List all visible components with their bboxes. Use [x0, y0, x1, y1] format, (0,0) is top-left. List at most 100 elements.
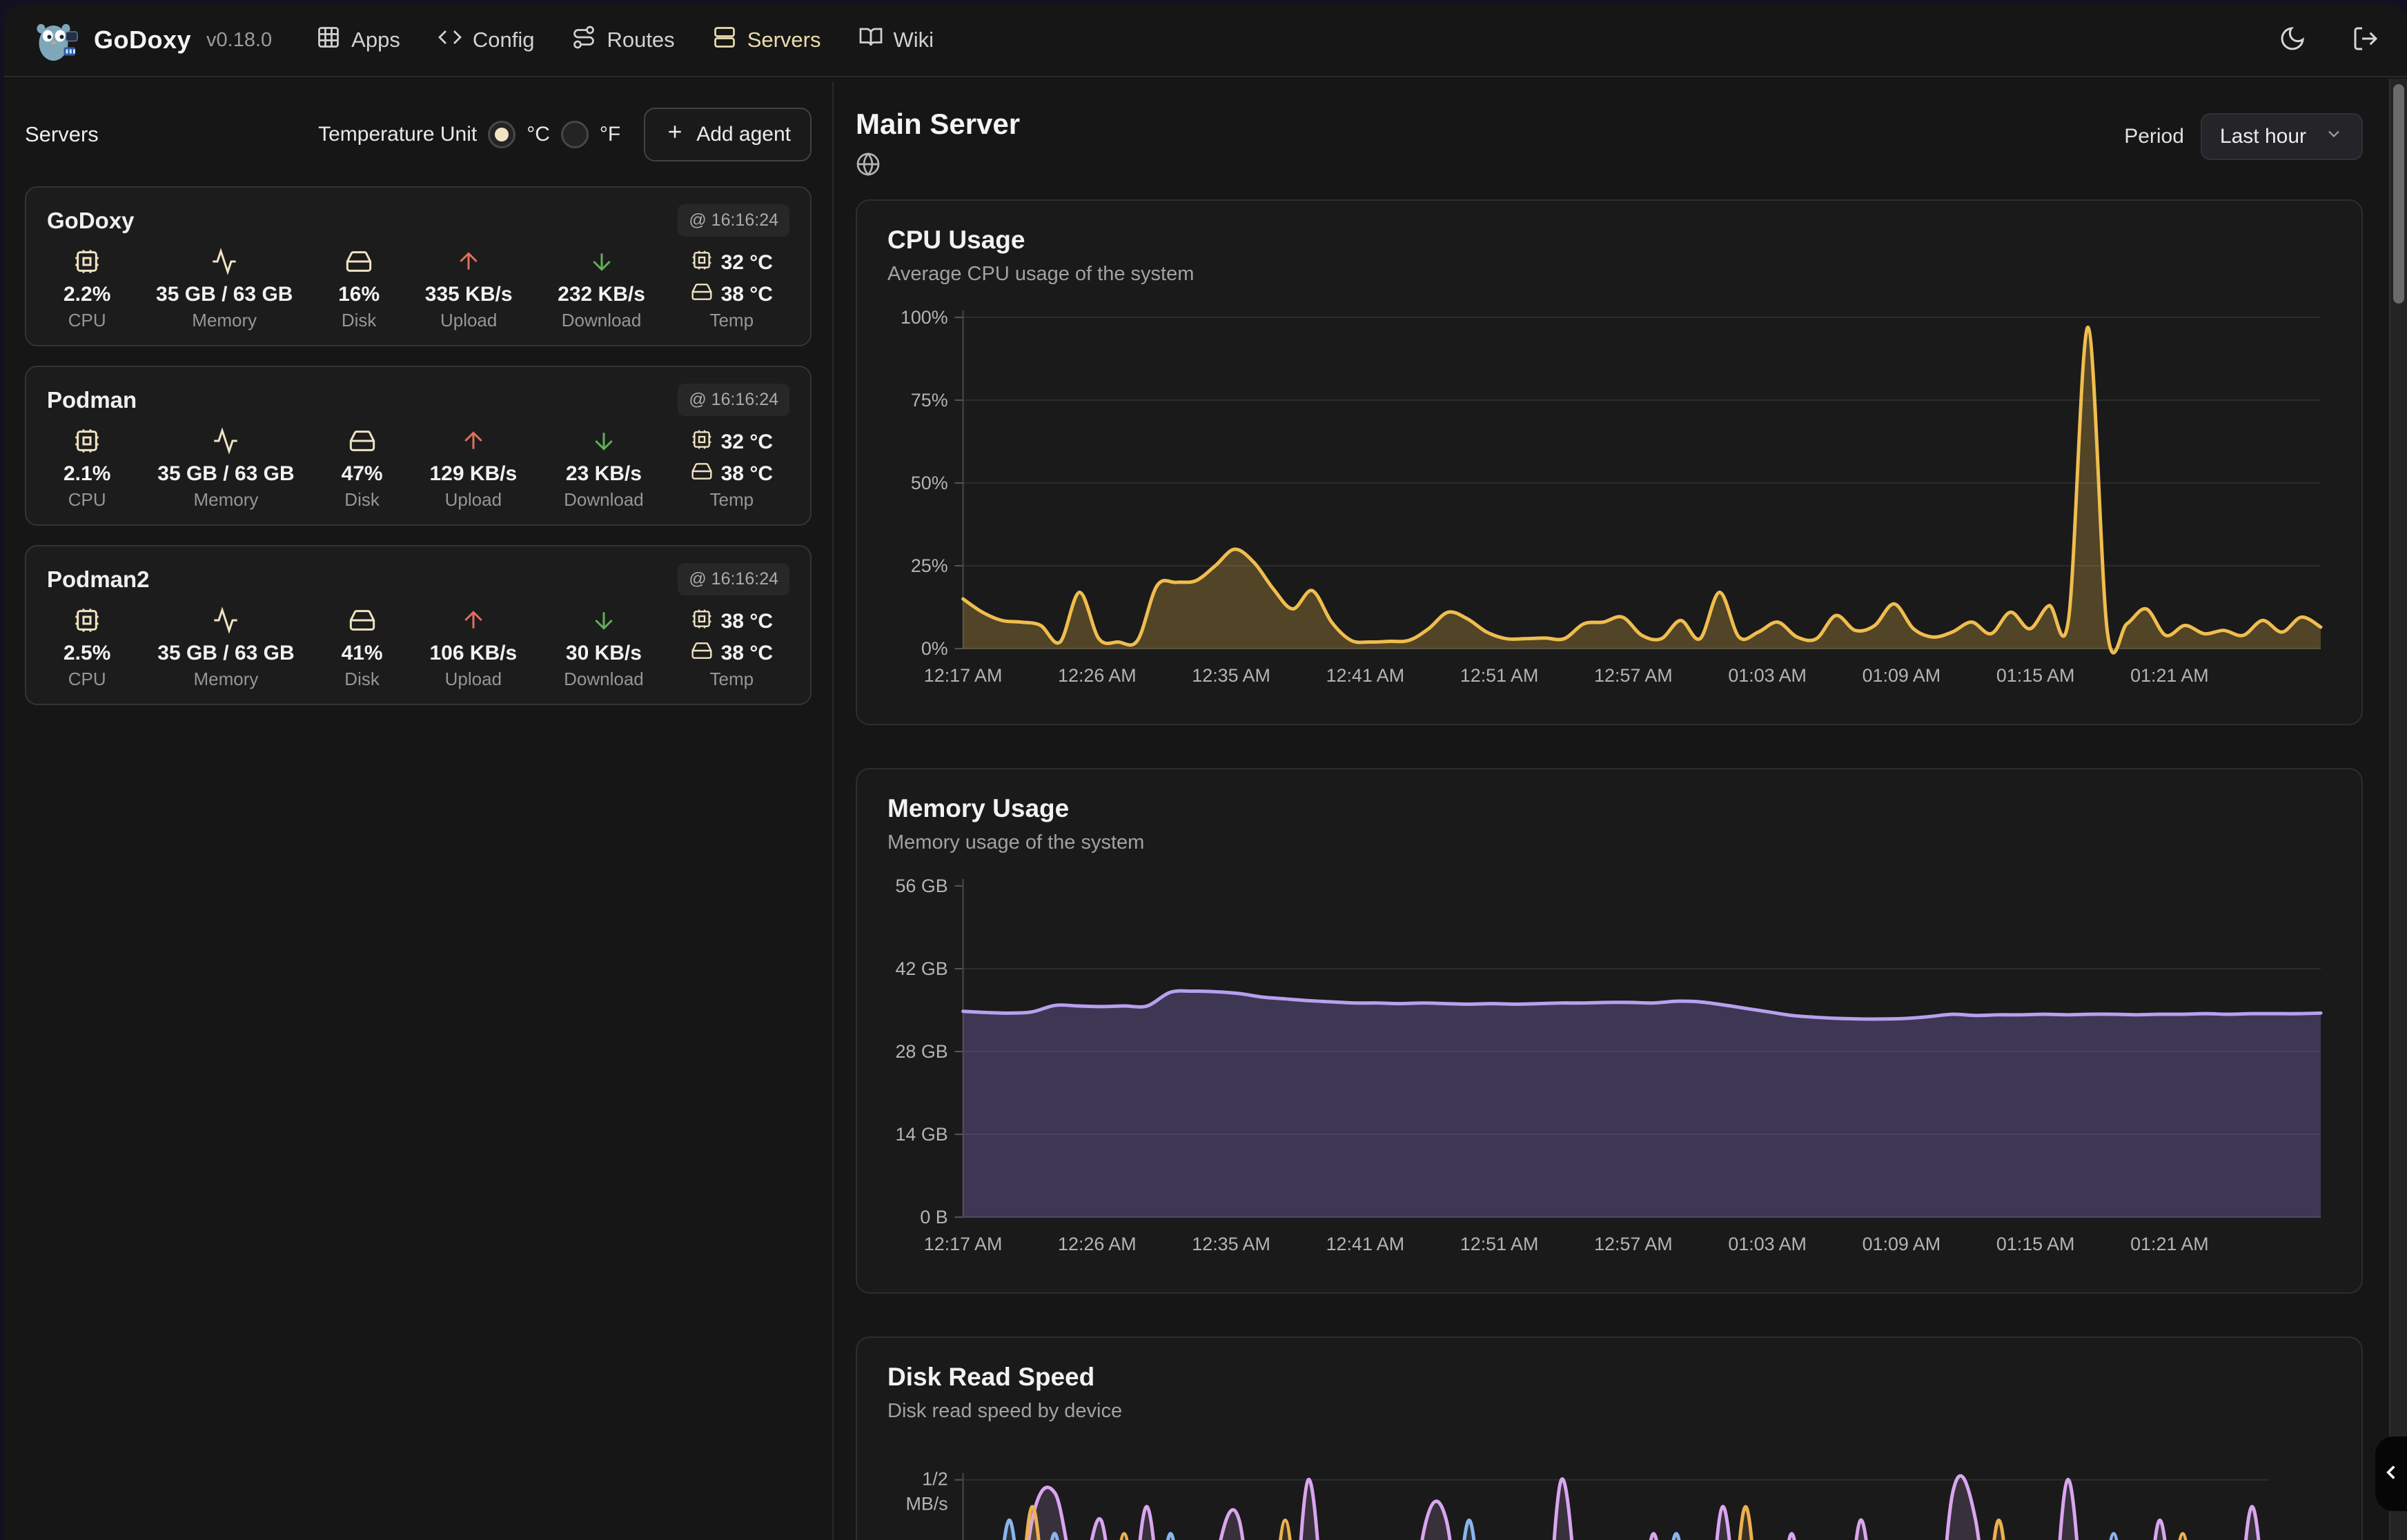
nav-item-apps[interactable]: Apps [316, 25, 400, 55]
server-card-podman[interactable]: Podman @ 16:16:24 2.1% CPU 35 GB / 63 GB [25, 366, 812, 526]
arrow-up-icon [455, 248, 482, 279]
memory-label: Memory [194, 669, 259, 690]
nav-label: Config [473, 28, 535, 52]
temp-label: Temp [710, 669, 754, 690]
upload-label: Upload [445, 669, 502, 690]
svg-text:01:21 AM: 01:21 AM [2130, 1234, 2209, 1254]
logout-icon[interactable] [2352, 25, 2379, 56]
nav-label: Apps [351, 28, 400, 52]
stat-memory: 35 GB / 63 GB Memory [157, 426, 294, 511]
cpu-label: CPU [68, 489, 106, 511]
memory-value: 35 GB / 63 GB [157, 642, 294, 665]
activity-icon [212, 606, 239, 638]
nav-item-servers[interactable]: Servers [712, 25, 821, 55]
stat-download: 23 KB/s Download [564, 426, 644, 511]
stat-cpu: 2.1% CPU [63, 426, 110, 511]
stat-cpu: 2.5% CPU [63, 605, 110, 690]
nav-label: Routes [607, 28, 674, 52]
cpu-chip-icon [691, 608, 713, 635]
sidebar-header: Servers Temperature Unit °C °F Add agent [25, 108, 812, 161]
hard-drive-icon [348, 606, 376, 638]
download-value: 23 KB/s [566, 462, 642, 486]
disk-label: Disk [342, 310, 377, 331]
brand-name: GoDoxy [94, 26, 191, 55]
stat-temp: 32 °C 38 °C Temp [691, 246, 773, 331]
download-value: 30 KB/s [566, 642, 642, 665]
temperature-unit-label: Temperature Unit [318, 123, 477, 146]
arrow-up-icon [460, 427, 487, 458]
svg-text:12:51 AM: 12:51 AM [1460, 665, 1539, 686]
memory-usage-chart: 0 B14 GB28 GB42 GB56 GB12:17 AM12:26 AM1… [887, 873, 2331, 1276]
memory-value: 35 GB / 63 GB [156, 283, 293, 306]
app-window: GoDoxy v0.18.0 Apps Config Routes Server… [4, 4, 2407, 1540]
celsius-radio[interactable] [488, 121, 515, 148]
disk-value: 41% [342, 642, 383, 665]
theme-toggle-moon-icon[interactable] [2279, 25, 2306, 56]
server-card-podman2[interactable]: Podman2 @ 16:16:24 2.5% CPU 35 GB / 63 G… [25, 545, 812, 705]
svg-text:0%: 0% [921, 638, 948, 659]
chart-title: Memory Usage [887, 794, 2331, 823]
temp-disk-value: 38 °C [721, 462, 773, 486]
last-update-badge: @ 16:16:24 [678, 204, 789, 237]
arrow-down-icon [590, 606, 618, 638]
svg-text:0 B: 0 B [920, 1207, 947, 1227]
disk-value: 16% [338, 283, 380, 306]
svg-text:75%: 75% [911, 390, 948, 411]
download-label: Download [564, 489, 644, 511]
svg-text:12:26 AM: 12:26 AM [1058, 1234, 1137, 1254]
svg-text:56 GB: 56 GB [895, 876, 947, 896]
temp-disk-value: 38 °C [721, 283, 773, 306]
code-brackets-icon [438, 25, 462, 55]
svg-text:100%: 100% [901, 307, 948, 328]
period-select[interactable]: Last hour [2201, 113, 2363, 160]
vertical-scrollbar[interactable] [2389, 79, 2407, 1540]
plus-icon [665, 121, 685, 148]
svg-text:12:41 AM: 12:41 AM [1326, 1234, 1405, 1254]
stat-memory: 35 GB / 63 GB Memory [156, 246, 293, 331]
stat-download: 232 KB/s Download [558, 246, 645, 331]
upload-label: Upload [440, 310, 497, 331]
svg-text:12:17 AM: 12:17 AM [924, 665, 1003, 686]
hard-drive-icon [691, 460, 713, 488]
drawer-collapse-tab[interactable] [2375, 1437, 2407, 1511]
nav-item-config[interactable]: Config [438, 25, 535, 55]
stat-cpu: 2.2% CPU [63, 246, 110, 331]
cpu-value: 2.2% [63, 283, 110, 306]
period-value: Last hour [2220, 125, 2306, 148]
temp-cpu-value: 32 °C [721, 251, 773, 275]
activity-icon [212, 427, 239, 458]
cpu-label: CPU [68, 310, 106, 331]
memory-value: 35 GB / 63 GB [157, 462, 294, 486]
stat-disk: 16% Disk [338, 246, 380, 331]
fahrenheit-radio[interactable] [561, 121, 589, 148]
svg-text:12:26 AM: 12:26 AM [1058, 665, 1137, 686]
hard-drive-icon [691, 281, 713, 308]
svg-text:12:57 AM: 12:57 AM [1594, 1234, 1673, 1254]
nav-item-wiki[interactable]: Wiki [858, 25, 934, 55]
temp-label: Temp [710, 489, 754, 511]
top-navbar: GoDoxy v0.18.0 Apps Config Routes Server… [4, 4, 2407, 77]
godoxy-gopher-logo-icon [32, 15, 81, 65]
svg-text:01:03 AM: 01:03 AM [1728, 1234, 1807, 1254]
last-update-badge: @ 16:16:24 [678, 384, 789, 416]
svg-text:25%: 25% [911, 555, 948, 576]
svg-text:50%: 50% [911, 473, 948, 493]
stat-temp: 38 °C 38 °C Temp [691, 605, 773, 690]
chart-subtitle: Disk read speed by device [887, 1400, 2331, 1423]
svg-text:28 GB: 28 GB [895, 1041, 947, 1062]
svg-text:01:03 AM: 01:03 AM [1728, 665, 1807, 686]
cpu-chip-icon [691, 249, 713, 277]
brand[interactable]: GoDoxy v0.18.0 [32, 15, 272, 65]
add-agent-button[interactable]: Add agent [644, 108, 812, 161]
stat-upload: 129 KB/s Upload [429, 426, 517, 511]
cpu-value: 2.1% [63, 462, 110, 486]
scrollbar-thumb[interactable] [2393, 84, 2404, 304]
stat-memory: 35 GB / 63 GB Memory [157, 605, 294, 690]
globe-icon[interactable] [856, 152, 1020, 180]
server-card-godoxy[interactable]: GoDoxy @ 16:16:24 2.2% CPU 35 GB / 63 GB [25, 186, 812, 346]
svg-text:01:21 AM: 01:21 AM [2130, 665, 2209, 686]
arrow-up-icon [460, 606, 487, 638]
upload-value: 106 KB/s [429, 642, 517, 665]
nav-item-routes[interactable]: Routes [571, 25, 674, 55]
sidebar-title: Servers [25, 122, 99, 147]
